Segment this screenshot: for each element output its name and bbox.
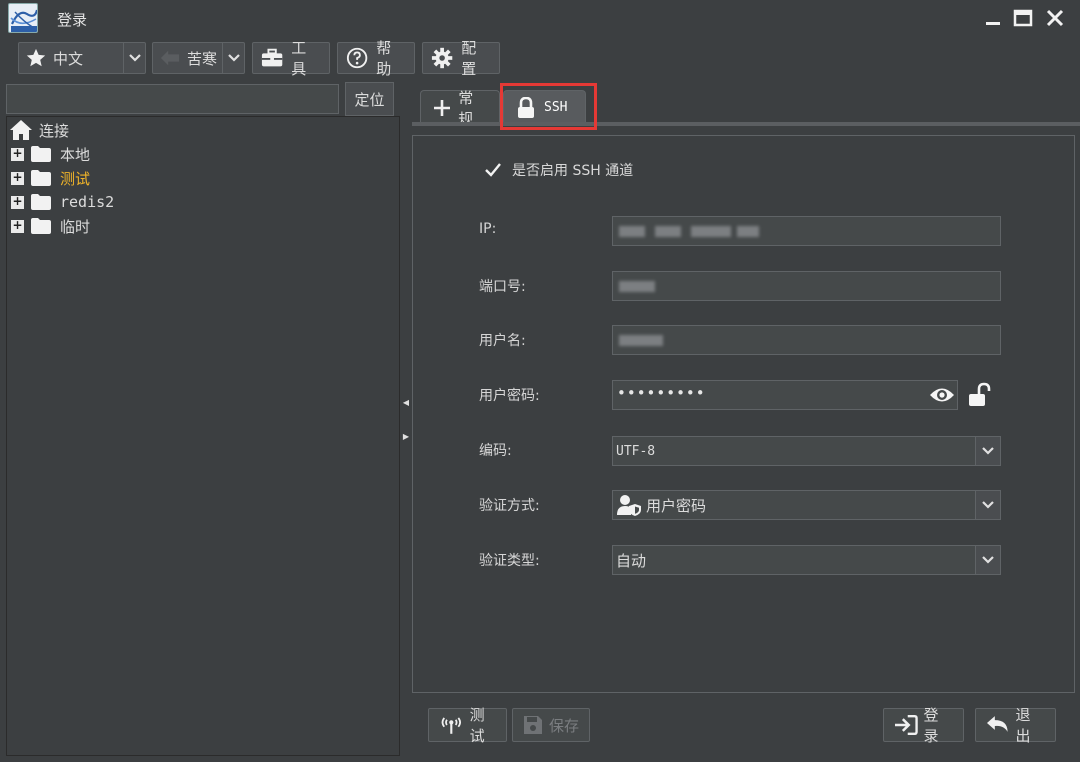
checkmark-icon xyxy=(485,163,501,177)
app-logo-icon xyxy=(8,3,38,33)
help-icon xyxy=(346,47,368,69)
minimize-button[interactable] xyxy=(980,4,1006,32)
test-label: 测试 xyxy=(469,706,485,745)
tree-item[interactable]: + 测试 xyxy=(7,166,399,190)
highlight-annotation-box xyxy=(500,83,597,130)
minimize-icon xyxy=(986,22,1000,25)
title-bar xyxy=(0,0,1080,38)
collapse-left-arrow-icon[interactable]: ◀ xyxy=(402,397,410,407)
port-label: 端口号: xyxy=(479,279,526,295)
tree-item-label-selected: 测试 xyxy=(60,169,91,188)
ip-input[interactable] xyxy=(612,216,1001,246)
ssh-enable-checkbox[interactable]: 是否启用 SSH 通道 xyxy=(484,160,633,180)
help-button[interactable]: 帮助 xyxy=(337,39,415,78)
config-label: 配置 xyxy=(461,39,477,78)
language-value: 中文 xyxy=(53,49,84,68)
encoding-value: UTF-8 xyxy=(616,443,656,459)
unlock-icon[interactable] xyxy=(967,382,993,408)
folder-icon xyxy=(31,194,51,210)
ssh-enable-label: 是否启用 SSH 通道 xyxy=(512,163,634,179)
locate-button[interactable]: 定位 xyxy=(345,82,394,116)
exit-button[interactable]: 退出 xyxy=(975,706,1056,745)
tree-item[interactable]: + redis2 xyxy=(7,190,399,214)
auth-type-label: 验证类型: xyxy=(479,553,540,569)
chevron-down-icon xyxy=(123,43,145,73)
toolbox-icon xyxy=(261,48,283,67)
expand-icon[interactable]: + xyxy=(11,147,24,161)
chevron-down-icon xyxy=(975,491,1000,519)
auth-type-select[interactable]: 自动 xyxy=(612,545,1001,575)
encoding-label: 编码: xyxy=(479,443,512,459)
username-label: 用户名: xyxy=(479,333,526,349)
tools-label: 工具 xyxy=(291,39,307,78)
tree-item[interactable]: + 临时 xyxy=(7,214,399,238)
save-icon xyxy=(524,716,542,734)
password-value: ••••••••• xyxy=(617,384,706,402)
language-select[interactable]: 中文 xyxy=(18,42,146,74)
tree-item-label: 本地 xyxy=(60,145,91,164)
expand-icon[interactable]: + xyxy=(11,171,24,185)
gear-icon xyxy=(431,47,453,69)
auth-type-value: 自动 xyxy=(616,551,647,570)
exit-label: 退出 xyxy=(1015,706,1031,745)
chevron-down-icon xyxy=(222,43,244,73)
chevron-down-icon xyxy=(975,437,1000,465)
save-label: 保存 xyxy=(549,716,580,735)
folder-icon xyxy=(31,170,51,186)
tools-button[interactable]: 工具 xyxy=(252,39,330,78)
tree-item-label: 临时 xyxy=(60,217,91,236)
test-button[interactable]: 测试 xyxy=(428,706,507,745)
encoding-select[interactable]: UTF-8 xyxy=(612,436,1001,466)
close-icon xyxy=(1046,9,1064,27)
star-icon xyxy=(26,48,46,67)
connection-search-input[interactable] xyxy=(6,84,339,114)
user-shield-icon xyxy=(617,495,641,516)
login-button[interactable]: 登录 xyxy=(883,706,964,745)
password-input[interactable]: ••••••••• xyxy=(612,380,958,410)
window-title: 登录 xyxy=(57,11,88,29)
close-button[interactable] xyxy=(1042,4,1068,32)
username-input[interactable] xyxy=(612,325,1001,355)
auth-method-label: 验证方式: xyxy=(479,498,540,514)
auth-method-value: 用户密码 xyxy=(646,496,707,515)
theme-select[interactable]: 苦寒 xyxy=(152,42,245,74)
tree-item-label: redis2 xyxy=(60,193,115,211)
ip-label: IP: xyxy=(479,221,497,237)
folder-icon xyxy=(31,218,51,234)
password-label: 用户密码: xyxy=(479,388,540,404)
home-icon xyxy=(10,120,32,140)
tree-root-connections[interactable]: 连接 xyxy=(7,118,399,142)
theme-value: 苦寒 xyxy=(187,49,218,68)
save-button[interactable]: 保存 xyxy=(512,708,590,742)
login-icon xyxy=(894,714,918,736)
plus-icon xyxy=(434,99,450,116)
login-label: 登录 xyxy=(923,706,939,745)
tree-root-label: 连接 xyxy=(39,121,70,140)
collapse-right-arrow-icon[interactable]: ▶ xyxy=(402,431,410,441)
antenna-icon xyxy=(441,717,461,734)
config-button[interactable]: 配置 xyxy=(422,39,500,78)
expand-icon[interactable]: + xyxy=(11,219,24,233)
undo-arrow-icon xyxy=(986,716,1008,732)
port-input[interactable] xyxy=(612,271,1001,301)
help-label: 帮助 xyxy=(376,39,392,78)
eye-icon[interactable] xyxy=(929,385,955,405)
chevron-down-icon xyxy=(975,546,1000,574)
theme-icon xyxy=(160,50,180,66)
maximize-button[interactable] xyxy=(1010,4,1036,32)
tab-general[interactable]: 常规 xyxy=(420,89,500,128)
maximize-icon xyxy=(1013,9,1033,27)
expand-icon[interactable]: + xyxy=(11,195,24,209)
connection-tree: 连接 + 本地 + 测试 + redis2 + 临时 xyxy=(6,116,400,756)
auth-method-select[interactable]: 用户密码 xyxy=(612,490,1001,520)
tree-item[interactable]: + 本地 xyxy=(7,142,399,166)
folder-icon xyxy=(31,146,51,162)
